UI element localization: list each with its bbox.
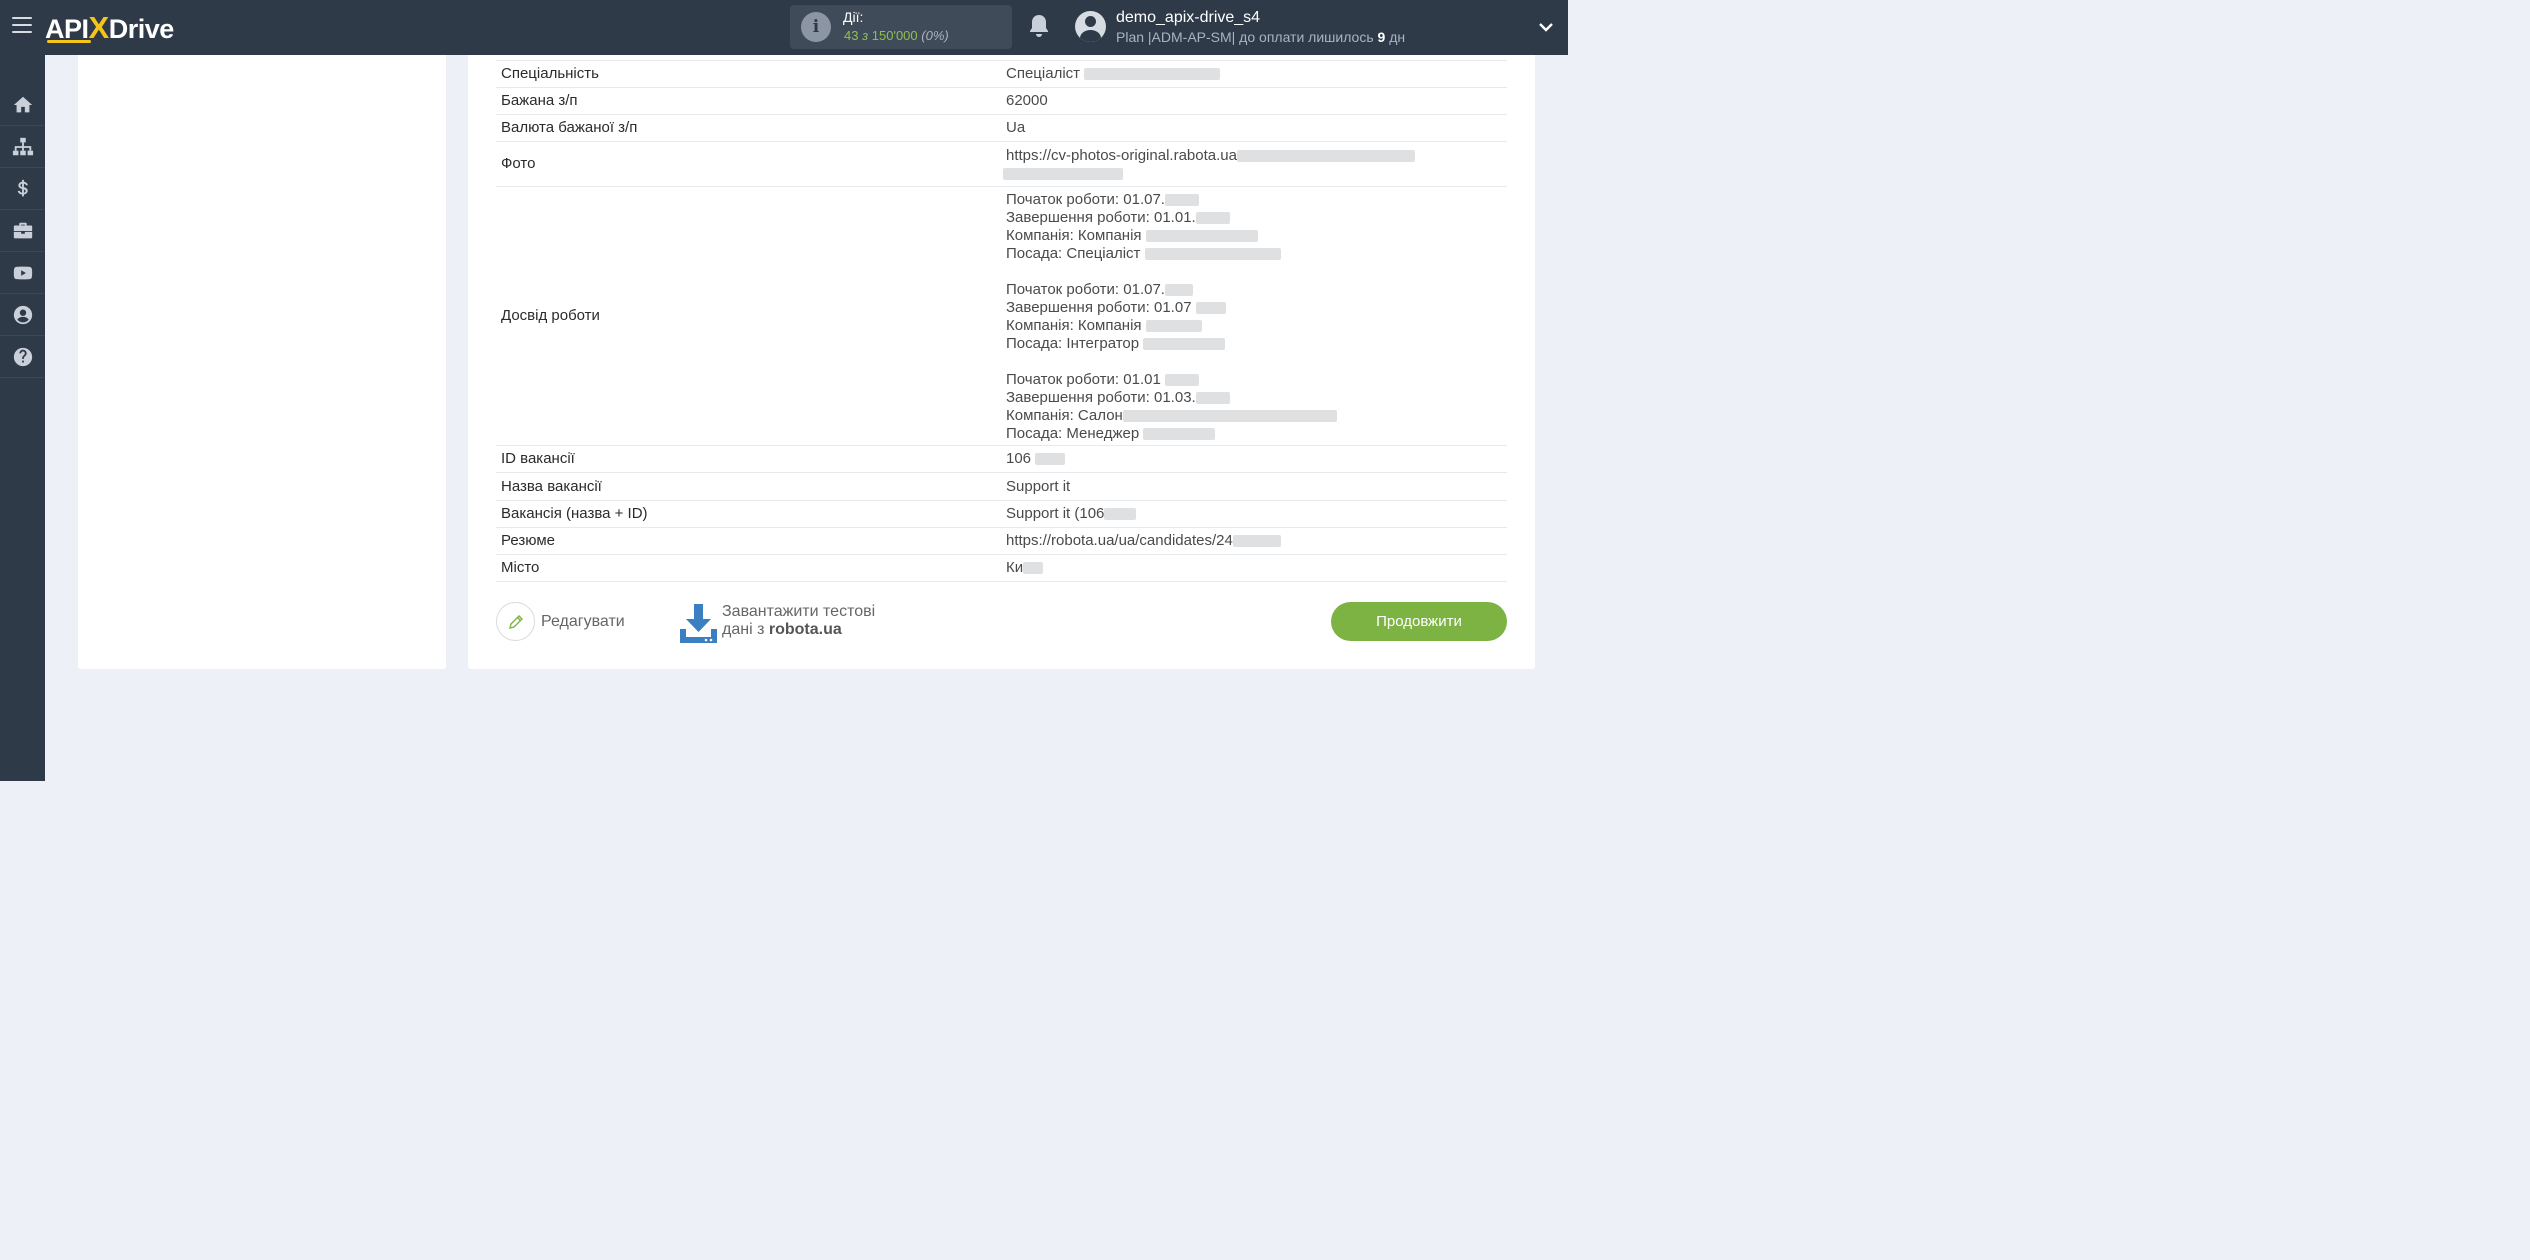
sidebar-item-projects[interactable]: [0, 210, 45, 252]
help-icon: [13, 347, 32, 366]
row-value: https://robota.ua/ua/candidates/24: [1006, 532, 1281, 550]
experience-line: Початок роботи: 01.01: [1006, 371, 1337, 389]
continue-button[interactable]: Продовжити: [1331, 602, 1507, 641]
row-key: Фото: [501, 155, 536, 172]
row-value: Ua: [1006, 119, 1026, 136]
chevron-down-icon[interactable]: [1538, 19, 1554, 35]
sidebar-item-videos[interactable]: [0, 252, 45, 294]
row-key: Назва вакансії: [501, 478, 602, 495]
table-row: Фото https://cv-photos-original.rabota.u…: [496, 142, 1507, 187]
row-key: Місто: [501, 559, 540, 576]
experience-line: Посада: Інтегратор: [1006, 335, 1337, 353]
row-value: 62000: [1006, 92, 1048, 109]
actions-counter: i Дії: 43 з 150'000 (0%): [790, 5, 1012, 49]
table-row: Резюме https://robota.ua/ua/candidates/2…: [496, 528, 1507, 555]
experience-spacer: [1006, 353, 1337, 371]
experience-line: Початок роботи: 01.07.: [1006, 281, 1337, 299]
dollar-icon: [17, 179, 28, 196]
table-row: Спеціальність Спеціаліст: [496, 61, 1507, 88]
table-row: Досвід роботи Початок роботи: 01.07. Зав…: [496, 187, 1507, 446]
row-value: 106: [1006, 450, 1066, 468]
row-key: Валюта бажаної з/п: [501, 119, 638, 136]
experience-line: Завершення роботи: 01.07: [1006, 299, 1337, 317]
table-row: ID вакансії 106: [496, 446, 1507, 473]
user-plan: Plan |ADM-AP-SM| до оплати лишилось 9 дн: [1116, 29, 1406, 45]
actions-label: Дії:: [843, 9, 864, 25]
experience-line: Завершення роботи: 01.03.: [1006, 389, 1337, 407]
download-label-line2: дані з robota.ua: [722, 621, 842, 638]
user-icon: [13, 305, 32, 324]
experience-line: Посада: Спеціаліст: [1006, 245, 1337, 263]
row-key: Досвід роботи: [501, 307, 600, 324]
experience-line: Початок роботи: 01.07.: [1006, 191, 1337, 209]
table-row: Місто Ки: [496, 555, 1507, 582]
row-key: ID вакансії: [501, 450, 575, 467]
experience-line: Компанія: Компанія: [1006, 317, 1337, 335]
experience-line: Посада: Менеджер: [1006, 425, 1337, 443]
home-icon: [13, 96, 32, 112]
bell-icon[interactable]: [1027, 13, 1051, 39]
left-panel: [78, 55, 446, 669]
avatar[interactable]: [1075, 11, 1106, 42]
experience-line: Компанія: Салон: [1006, 407, 1337, 425]
youtube-icon: [13, 266, 32, 279]
logo[interactable]: APIXDrive: [45, 10, 174, 45]
row-key: Резюме: [501, 532, 555, 549]
sidebar-item-billing[interactable]: [0, 168, 45, 210]
table-row: Назва вакансії Support it: [496, 473, 1507, 501]
row-value: Спеціаліст: [1006, 65, 1221, 83]
row-key: Вакансія (назва + ID): [501, 505, 648, 522]
row-value: Ки: [1006, 559, 1044, 577]
row-value: Support it: [1006, 478, 1071, 495]
user-name[interactable]: demo_apix-drive_s4: [1116, 9, 1260, 27]
sidebar-item-help[interactable]: [0, 336, 45, 378]
menu-icon[interactable]: [12, 17, 32, 33]
download-test-data-button[interactable]: Завантажити тестові дані з robota.ua: [680, 602, 900, 644]
table-row: Валюта бажаної з/п Ua: [496, 115, 1507, 142]
pencil-icon: [496, 602, 535, 641]
data-table: Спеціальність Спеціаліст Бажана з/п 6200…: [496, 60, 1507, 582]
sitemap-icon: [12, 137, 33, 155]
sidebar-item-account[interactable]: [0, 294, 45, 336]
experience-spacer: [1006, 263, 1337, 281]
download-icon: [680, 604, 717, 643]
edit-label: Редагувати: [541, 613, 625, 630]
row-key: Спеціальність: [501, 65, 599, 82]
row-value: https://cv-photos-original.rabota.ua: [1003, 147, 1426, 183]
sidebar-item-connections[interactable]: [0, 126, 45, 168]
download-label-line1: Завантажити тестові: [722, 603, 876, 620]
info-icon: i: [801, 12, 831, 42]
experience-line: Компанія: Компанія: [1006, 227, 1337, 245]
experience-line: Завершення роботи: 01.01.: [1006, 209, 1337, 227]
sidebar: [0, 55, 45, 781]
table-row: Вакансія (назва + ID) Support it (106: [496, 501, 1507, 528]
row-key: Бажана з/п: [501, 92, 578, 109]
table-row: Бажана з/п 62000: [496, 88, 1507, 115]
row-value: Support it (106: [1006, 505, 1137, 523]
briefcase-icon: [13, 222, 32, 238]
sidebar-item-home[interactable]: [0, 84, 45, 126]
top-bar: APIXDrive i Дії: 43 з 150'000 (0%) demo_…: [0, 0, 1568, 55]
edit-button[interactable]: Редагувати: [496, 602, 636, 642]
actions-value: 43 з 150'000 (0%): [844, 28, 949, 43]
experience-list: Початок роботи: 01.07. Завершення роботи…: [1006, 191, 1337, 443]
